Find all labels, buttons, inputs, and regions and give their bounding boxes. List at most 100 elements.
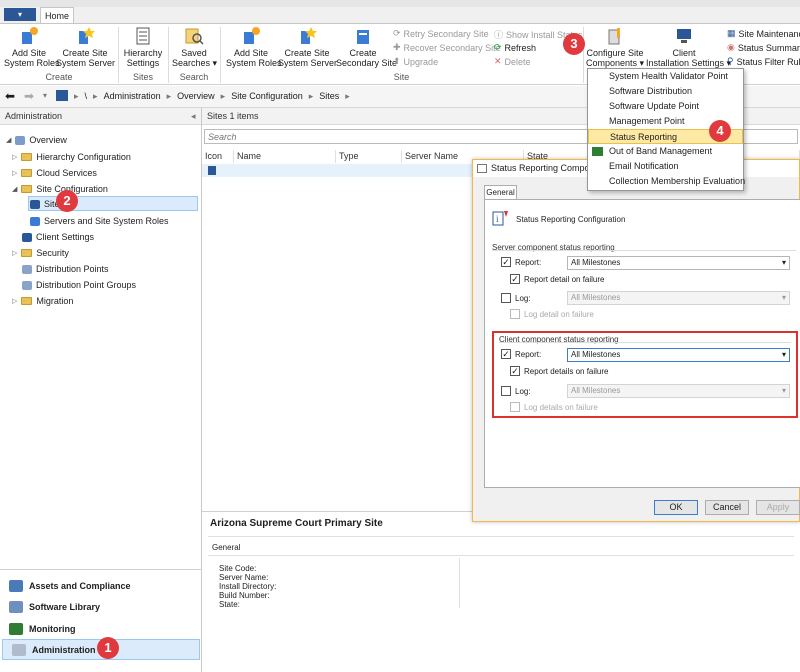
client-log-checkbox[interactable] [501, 386, 511, 396]
server-log-label: Log: [515, 294, 531, 303]
step-badge-4: 4 [709, 120, 731, 142]
client-install-icon [677, 29, 691, 43]
site-maintenance-button[interactable]: ▦Site Maintenance [727, 28, 800, 39]
breadcrumb-administration[interactable]: Administration [104, 91, 161, 102]
forward-icon[interactable]: ➡ [24, 89, 34, 103]
menu-item-software-distribution[interactable]: Software Distribution [588, 84, 743, 99]
details-tab-general[interactable]: General [212, 543, 240, 552]
client-installation-settings-button[interactable]: Client Installation Settings ▾ [646, 26, 731, 68]
configure-site-components-button[interactable]: Configure Site Components ▾ [585, 26, 645, 68]
dialog-tab-general[interactable]: General [484, 185, 517, 200]
create-secondary-site-button[interactable]: Create Secondary Site [336, 26, 397, 68]
title-bar [0, 0, 800, 7]
menu-item-system-health-validator[interactable]: System Health Validator Point [588, 69, 743, 84]
workspace-assets-compliance[interactable]: Assets and Compliance [0, 575, 202, 596]
client-log-select[interactable]: All Milestones ▾ [567, 384, 790, 398]
add-site-system-roles-site-button[interactable]: Add Site System Roles [226, 26, 282, 68]
server-report-checkbox[interactable]: ✓ [501, 257, 511, 267]
client-report-checkbox[interactable]: ✓ [501, 349, 511, 359]
server-log-value: All Milestones [571, 293, 621, 302]
create-site-system-server-site-button[interactable]: Create Site System Server [278, 26, 338, 68]
tree-item-client-settings[interactable]: Client Settings [22, 232, 94, 242]
tree-item-migration[interactable]: ▷ Migration [12, 296, 73, 306]
ribbon-tab-strip [0, 7, 800, 23]
refresh-button[interactable]: ⟳ Refresh [494, 42, 536, 53]
tree-item-hierarchy-configuration[interactable]: ▷ Hierarchy Configuration [12, 152, 131, 162]
saved-searches-button[interactable]: Saved Searches ▾ [172, 26, 217, 68]
breadcrumb-sites[interactable]: Sites [319, 91, 339, 102]
status-summarize-icon: ◉ [727, 42, 735, 52]
workspace-software-library[interactable]: Software Library [0, 596, 202, 617]
application-menu-button[interactable]: ▾ [4, 8, 36, 21]
server-log-select[interactable]: All Milestones ▾ [567, 291, 790, 305]
sites-icon [30, 199, 40, 209]
breadcrumb-overview[interactable]: Overview [177, 91, 215, 102]
distribution-points-icon [22, 264, 32, 274]
menu-item-collection-membership[interactable]: Collection Membership Evaluation [588, 174, 745, 189]
breadcrumb-site-configuration[interactable]: Site Configuration [231, 91, 303, 102]
client-installation-settings-label: Client Installation Settings ▾ [646, 48, 732, 68]
column-name[interactable]: Name [234, 150, 336, 163]
table-row[interactable] [202, 164, 472, 177]
tree-item-distribution-points[interactable]: Distribution Points [22, 264, 109, 274]
collapse-pane-icon[interactable]: ◂ [191, 108, 196, 125]
cancel-button[interactable]: Cancel [705, 500, 749, 515]
chevron-down-icon[interactable]: ▾ [43, 91, 47, 100]
step-badge-3: 3 [563, 33, 585, 55]
server-report-detail-checkbox[interactable]: ✓ [510, 274, 520, 284]
upgrade-icon: ⬆ [393, 56, 401, 66]
tree-item-security[interactable]: ▷ Security [12, 248, 69, 258]
tree-item-cloud-services[interactable]: ▷ Cloud Services [12, 168, 97, 178]
tree-item-servers-roles[interactable]: Servers and Site System Roles [30, 216, 169, 226]
delete-button[interactable]: ✕ Delete [494, 56, 531, 67]
client-settings-icon [22, 232, 32, 242]
server-log-checkbox[interactable] [501, 293, 511, 303]
chevron-down-icon: ▾ [781, 386, 786, 395]
assets-icon [9, 579, 23, 592]
tree-item-dp-groups[interactable]: Distribution Point Groups [22, 280, 136, 290]
menu-item-out-of-band[interactable]: Out of Band Management [588, 144, 743, 159]
hierarchy-settings-icon [136, 27, 150, 45]
tree-item-servers-label: Servers and Site System Roles [44, 216, 169, 226]
server-report-label: Report: [515, 258, 542, 267]
workspace-divider [0, 569, 202, 570]
hierarchy-settings-button[interactable]: Hierarchy Settings [121, 26, 165, 68]
status-filter-rules-button[interactable]: ⚲Status Filter Rules [727, 56, 800, 67]
menu-item-software-update-point[interactable]: Software Update Point [588, 99, 743, 114]
client-report-select[interactable]: All Milestones ▾ [567, 348, 790, 362]
create-site-system-server-site-label: Create Site System Server [278, 48, 338, 68]
column-type[interactable]: Type [336, 150, 402, 163]
field-install-directory: Install Directory: [219, 582, 277, 591]
client-log-detail-checkbox[interactable] [510, 402, 520, 412]
workspace-monitoring-label: Monitoring [29, 623, 76, 634]
workspace-monitoring[interactable]: Monitoring [0, 618, 202, 639]
info-icon: ⓘ [494, 30, 504, 40]
server-log-detail-checkbox[interactable] [510, 309, 520, 319]
recover-secondary-site-label: Recover Secondary Site [403, 42, 501, 53]
menu-item-email-notification[interactable]: Email Notification [588, 159, 743, 174]
breadcrumb-root[interactable]: \ [85, 91, 88, 102]
field-state: State: [219, 600, 240, 609]
recover-secondary-site-button[interactable]: ✚ Recover Secondary Site [393, 42, 501, 53]
column-icon[interactable]: Icon [202, 150, 234, 163]
server-report-select[interactable]: All Milestones ▾ [567, 256, 790, 270]
status-summarize-button[interactable]: ◉Status Summarize [727, 42, 800, 53]
location-icon [56, 90, 68, 101]
ok-button[interactable]: OK [654, 500, 698, 515]
upgrade-button[interactable]: ⬆ Upgrade [393, 56, 438, 67]
tree-item-overview[interactable]: ◢ Overview [6, 135, 67, 145]
client-log-value: All Milestones [571, 386, 621, 395]
tree-item-dp-label: Distribution Points [36, 264, 109, 274]
add-site-system-roles-button[interactable]: Add Site System Roles [4, 26, 60, 68]
tab-home[interactable]: Home [40, 7, 74, 24]
retry-secondary-site-button[interactable]: ⟳ Retry Secondary Site [393, 28, 489, 39]
group-label-create: Create [45, 72, 73, 82]
back-icon[interactable]: ⬅ [5, 89, 15, 103]
details-fields: Site Code: Server Name: Install Director… [219, 564, 276, 609]
apply-button[interactable]: Apply [756, 500, 800, 515]
create-server-icon [301, 27, 317, 44]
client-report-detail-checkbox[interactable]: ✓ [510, 366, 520, 376]
create-site-system-server-button[interactable]: Create Site System Server [56, 26, 115, 68]
dialog-title: Status Reporting Compone [491, 163, 600, 173]
dialog-heading: Status Reporting Configuration [516, 215, 626, 224]
